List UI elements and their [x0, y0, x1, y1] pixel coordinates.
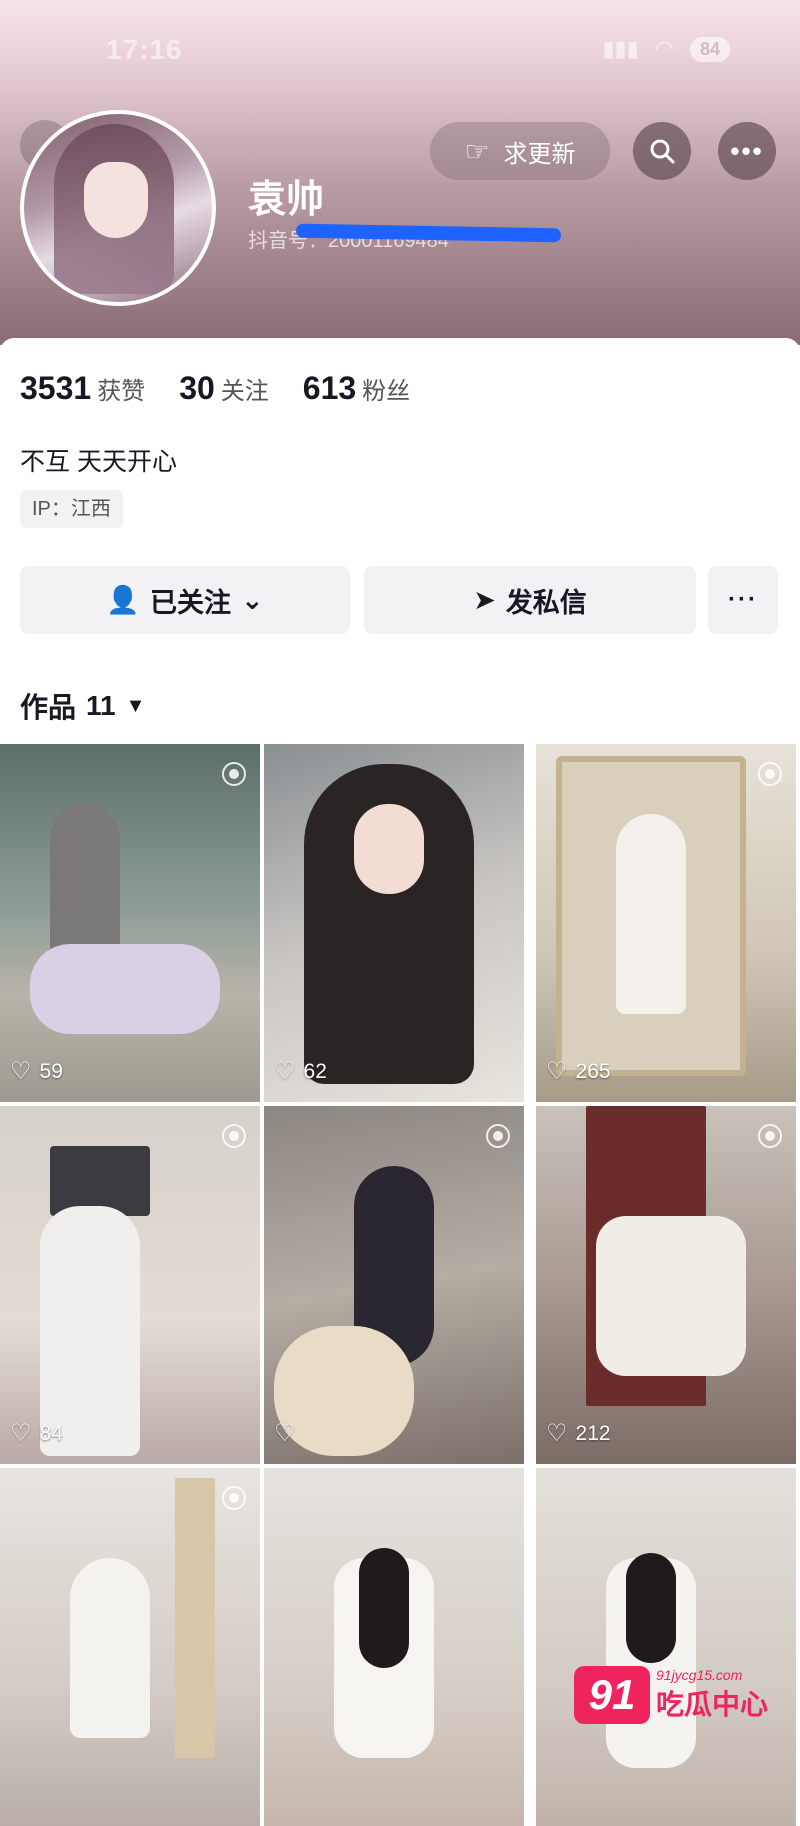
likes-count: 265 [575, 1059, 611, 1083]
battery-indicator: 84 [689, 36, 730, 62]
stat-followers[interactable]: 613 粉丝 [303, 370, 410, 407]
stat-label: 粉丝 [362, 378, 411, 405]
video-tile[interactable] [536, 1468, 796, 1826]
more-icon: ··· [728, 586, 758, 613]
caret-down-icon: ▼ [125, 694, 146, 717]
stat-number: 30 [179, 370, 215, 406]
followed-label: 已关注 [150, 587, 231, 618]
stat-likes[interactable]: 3531 获赞 [20, 370, 145, 407]
profile-stats: 3531 获赞 30 关注 613 粉丝 [20, 370, 410, 407]
profile-name: 袁帅 [248, 179, 325, 221]
video-likes: ♡ [274, 1419, 304, 1448]
stat-label: 获赞 [97, 378, 146, 405]
stat-number: 3531 [20, 370, 92, 406]
works-count: 11 [86, 690, 116, 721]
thumbnail-face [354, 804, 424, 894]
site-watermark: 91 91jycg15.com 吃瓜中心 [574, 1666, 768, 1724]
live-photo-icon [486, 1124, 510, 1148]
video-likes: ♡ 212 [546, 1419, 611, 1448]
live-photo-icon [758, 762, 782, 786]
search-button[interactable] [633, 122, 691, 180]
send-icon: ➤ [473, 584, 496, 615]
thumbnail-figure [616, 814, 686, 1014]
message-label: 发私信 [505, 587, 587, 618]
stat-number: 613 [302, 370, 357, 406]
heart-icon: ♡ [10, 1058, 32, 1085]
live-photo-icon [222, 1124, 246, 1148]
watermark-name: 吃瓜中心 [656, 1689, 769, 1720]
more-icon: ••• [730, 135, 764, 166]
video-likes: ♡ 59 [10, 1057, 63, 1086]
video-tile[interactable]: ♡ 212 [536, 1106, 796, 1464]
wifi-icon: ◠ [654, 36, 674, 61]
video-tile[interactable]: ♡ 59 [0, 744, 260, 1102]
works-label: 作品 [20, 692, 77, 723]
status-icons: ▮▮▮ ◠ 84 [602, 36, 730, 62]
request-update-label: 求更新 [503, 140, 576, 168]
video-tile[interactable] [264, 1468, 524, 1826]
profile-header: 17:16 ▮▮▮ ◠ 84 ☞ 求更新 ••• 袁帅 抖音号：20001169… [0, 0, 800, 345]
profile-bio: 不互 天天开心 [20, 448, 177, 476]
heart-icon: ♡ [274, 1058, 296, 1085]
request-update-button[interactable]: ☞ 求更新 [430, 122, 610, 180]
send-message-button[interactable]: ➤ 发私信 [364, 566, 696, 634]
search-icon [650, 139, 675, 164]
video-tile[interactable]: ♡ 62 [264, 744, 524, 1102]
watermark-logo: 91 [574, 1666, 650, 1724]
likes-count: 62 [303, 1059, 327, 1083]
likes-count: 212 [575, 1421, 611, 1445]
video-tile[interactable]: ♡ [264, 1106, 524, 1464]
video-tile[interactable]: ♡ 265 [536, 744, 796, 1102]
video-likes: ♡ 62 [274, 1057, 327, 1086]
video-thumbnail [0, 744, 260, 1102]
thumbnail-scooter [30, 944, 220, 1034]
live-photo-icon [222, 762, 246, 786]
more-button[interactable]: ••• [718, 122, 776, 180]
video-tile[interactable] [0, 1468, 260, 1826]
heart-icon: ♡ [546, 1058, 568, 1085]
video-likes: ♡ 84 [10, 1419, 63, 1448]
action-more-button[interactable]: ··· [708, 566, 778, 634]
thumbnail-figures [596, 1216, 746, 1376]
likes-count: 84 [39, 1421, 63, 1445]
heart-icon: ♡ [546, 1420, 568, 1447]
avatar-face [84, 162, 148, 238]
watermark-text: 91jycg15.com 吃瓜中心 [656, 1667, 768, 1723]
heart-icon: ♡ [274, 1420, 296, 1447]
thumbnail-mirror-frame [175, 1478, 215, 1758]
thumbnail-hair [626, 1553, 676, 1663]
video-tile[interactable]: ♡ 84 [0, 1106, 260, 1464]
likes-count: 59 [39, 1059, 63, 1083]
chevron-down-icon: ⌄ [241, 584, 264, 615]
user-check-icon: 👤 [106, 585, 140, 615]
live-photo-icon [758, 1124, 782, 1148]
avatar[interactable] [20, 110, 216, 306]
watermark-url: 91jycg15.com [656, 1667, 743, 1683]
works-tab[interactable]: 作品 11 ▼ [20, 686, 145, 726]
signal-icon: ▮▮▮ [602, 36, 639, 61]
status-time: 17:16 [106, 34, 183, 65]
ip-location-badge: IP：江西 [20, 490, 123, 528]
stat-following[interactable]: 30 关注 [179, 370, 269, 407]
thumbnail-hair [359, 1548, 409, 1668]
pointing-hand-icon: ☞ [464, 135, 490, 167]
heart-icon: ♡ [10, 1420, 32, 1447]
stat-label: 关注 [220, 378, 269, 405]
thumbnail-figure [70, 1558, 150, 1738]
followed-button[interactable]: 👤 已关注 ⌄ [20, 566, 350, 634]
live-photo-icon [222, 1486, 246, 1510]
video-likes: ♡ 265 [546, 1057, 611, 1086]
